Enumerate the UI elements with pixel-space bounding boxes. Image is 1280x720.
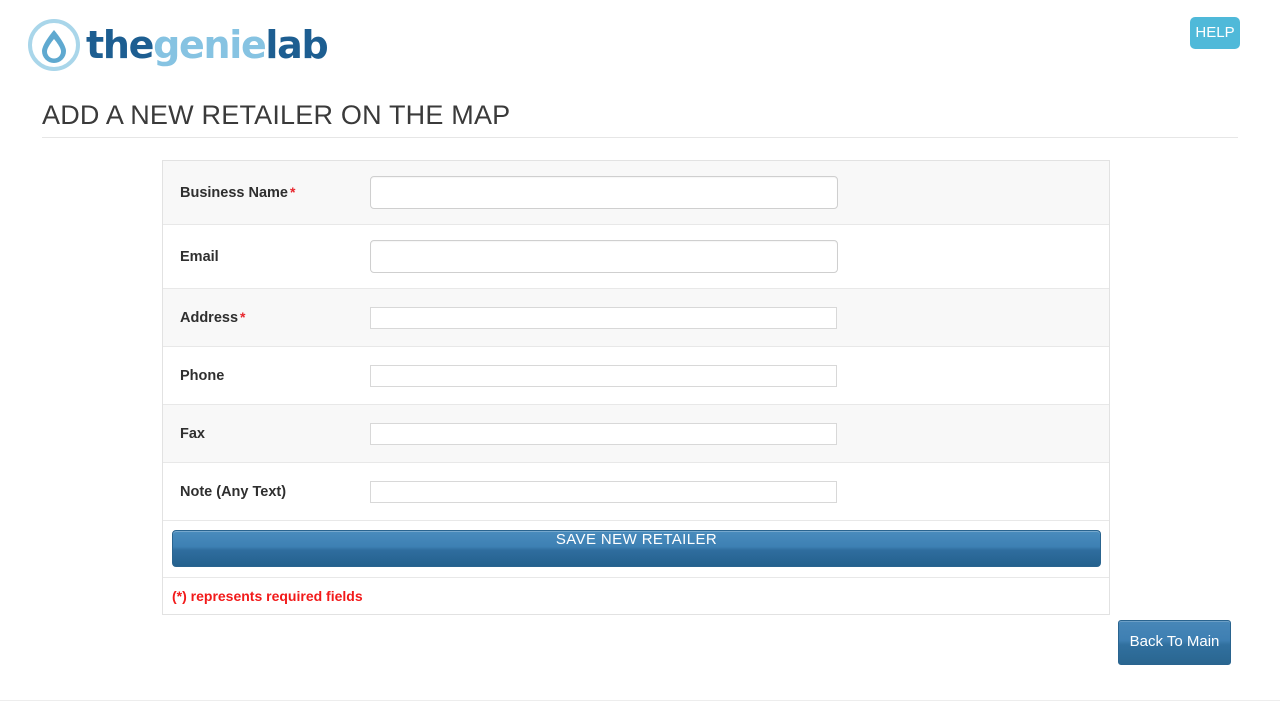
field-label: Business Name *	[180, 184, 296, 201]
retailer-form-panel: Business Name * Email Address * Phone Fax Note …	[162, 160, 1110, 615]
required-fields-note: (*) represents required fields	[172, 588, 363, 604]
form-rows: Business Name * Email Address * Phone Fax Note …	[163, 161, 1109, 521]
field-label: Note (Any Text)	[180, 483, 287, 500]
footer-divider	[0, 700, 1280, 701]
logo-wordmark: thegenielab	[86, 23, 329, 67]
field-input[interactable]	[370, 176, 838, 209]
form-row: Address *	[163, 289, 1109, 347]
water-droplet-circle-icon	[26, 17, 82, 73]
field-input[interactable]	[370, 306, 837, 329]
logo-word-lab: lab	[265, 23, 328, 67]
title-divider	[42, 137, 1238, 138]
site-logo[interactable]: thegenielab	[26, 15, 329, 75]
field-input[interactable]	[370, 480, 837, 503]
form-row: Email	[163, 225, 1109, 289]
required-asterisk: *	[240, 309, 246, 325]
form-row: Business Name *	[163, 161, 1109, 225]
save-new-retailer-button[interactable]: SAVE NEW RETAILER	[172, 530, 1101, 567]
field-label: Email	[180, 248, 219, 265]
form-row: Note (Any Text)	[163, 463, 1109, 521]
field-input[interactable]	[370, 240, 838, 273]
field-label: Fax	[180, 425, 205, 442]
required-asterisk: *	[290, 184, 296, 200]
logo-word-genie: genie	[153, 23, 267, 67]
page-title-section: ADD A NEW RETAILER ON THE MAP	[42, 98, 1238, 138]
page-root: thegenielab HELP ADD A NEW RETAILER ON T…	[0, 0, 1280, 720]
field-input[interactable]	[370, 422, 837, 445]
back-to-main-button[interactable]: Back To Main	[1118, 620, 1231, 665]
help-button[interactable]: HELP	[1190, 17, 1240, 49]
form-row: Fax	[163, 405, 1109, 463]
form-row: Phone	[163, 347, 1109, 405]
page-title: ADD A NEW RETAILER ON THE MAP	[42, 100, 511, 130]
required-note-row: (*) represents required fields	[163, 578, 1109, 614]
field-label: Phone	[180, 367, 225, 384]
page-header: thegenielab HELP	[0, 0, 1280, 88]
save-row: SAVE NEW RETAILER	[163, 521, 1109, 578]
field-label: Address *	[180, 309, 246, 326]
field-input[interactable]	[370, 364, 837, 387]
logo-word-the: the	[86, 23, 154, 67]
